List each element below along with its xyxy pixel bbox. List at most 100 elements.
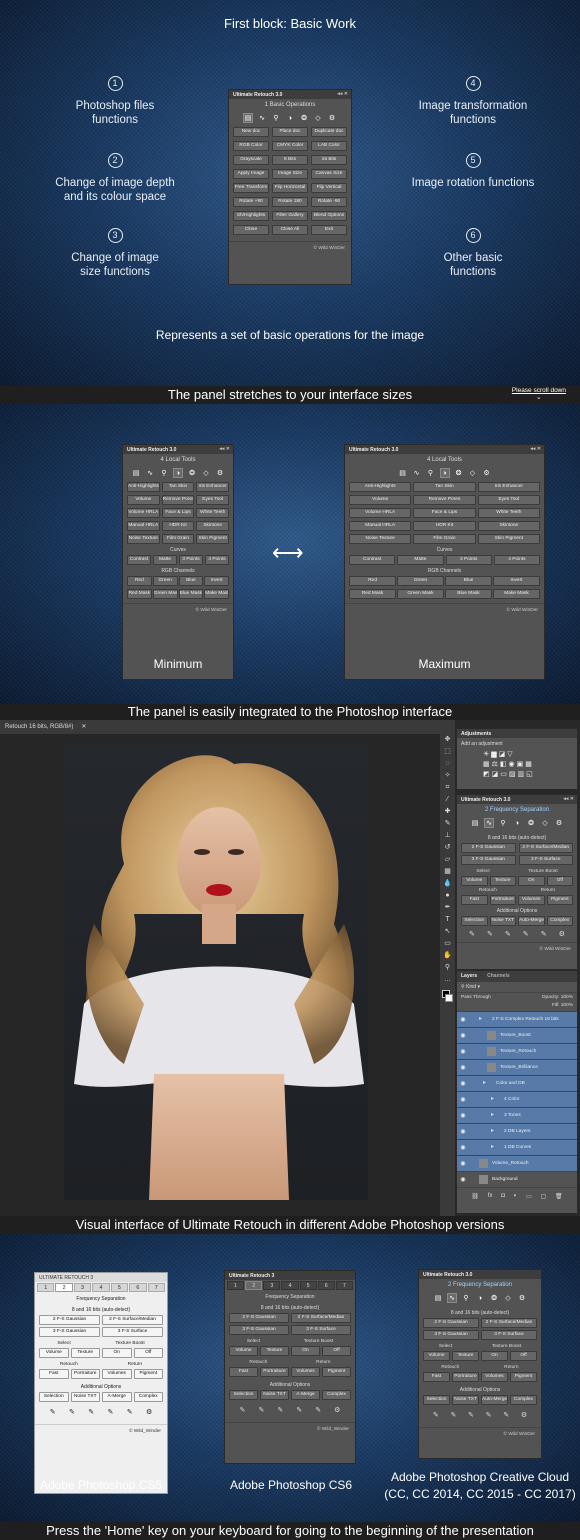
panel-button[interactable]: Fast bbox=[229, 1367, 258, 1377]
panel-button[interactable]: A-Merge bbox=[291, 1390, 320, 1400]
brush-icon[interactable]: ✎ bbox=[69, 1408, 75, 1416]
aperture-icon[interactable]: ❂ bbox=[299, 113, 309, 123]
trash-icon[interactable]: 🗑 bbox=[555, 1193, 563, 1200]
panel-button[interactable]: Fast bbox=[423, 1372, 450, 1382]
blend-mode-select[interactable]: Pass Through bbox=[461, 995, 491, 1000]
color-swatches[interactable] bbox=[440, 986, 455, 1010]
brush-icon[interactable]: ✎ bbox=[296, 1406, 302, 1414]
panel-button[interactable]: Volume bbox=[39, 1348, 69, 1358]
history-brush-icon[interactable]: ↺ bbox=[440, 842, 455, 854]
opacity-field[interactable]: Opacity: 100% bbox=[542, 995, 573, 1000]
fill-field[interactable]: Fill: 100% bbox=[552, 1003, 573, 1008]
brush-icon[interactable]: ✎ bbox=[523, 930, 529, 938]
crop-tool-icon[interactable]: ⌗ bbox=[440, 782, 455, 794]
aperture-icon[interactable]: ❂ bbox=[489, 1293, 499, 1303]
brush-icon[interactable]: ✎ bbox=[541, 930, 547, 938]
panel-button[interactable]: Green bbox=[397, 576, 444, 586]
tab-5[interactable]: 5 bbox=[110, 1283, 129, 1292]
canvas-area[interactable] bbox=[0, 734, 440, 1216]
tab-7[interactable]: 7 bbox=[147, 1283, 165, 1292]
tab-4[interactable]: 4 bbox=[281, 1281, 299, 1290]
brush-icon[interactable]: ✎ bbox=[469, 930, 475, 938]
document-tab[interactable]: Retouch 16 bits, RGB/8#) ✕ bbox=[0, 720, 455, 734]
diamond-icon[interactable]: ◇ bbox=[468, 468, 478, 478]
brush-tool-icon[interactable]: ✎ bbox=[440, 818, 455, 830]
panel-button[interactable]: Filter Gallery bbox=[272, 211, 308, 221]
more-tools-icon[interactable]: … bbox=[440, 974, 455, 986]
layer-filter[interactable]: ⚲ Kind ▾ bbox=[457, 982, 577, 993]
adjustment-icon[interactable]: ◐ bbox=[514, 1193, 518, 1200]
gear-icon[interactable]: ⚙ bbox=[482, 468, 492, 478]
tab-1[interactable]: 1 bbox=[37, 1283, 55, 1292]
healing-brush-icon[interactable]: ✚ bbox=[440, 806, 455, 818]
panel-button[interactable]: Canvas Size bbox=[311, 169, 347, 179]
magnifier-icon[interactable]: ⚲ bbox=[271, 113, 281, 123]
magic-wand-icon[interactable]: ✧ bbox=[440, 770, 455, 782]
brush-icon[interactable]: ✎ bbox=[240, 1406, 246, 1414]
panel-button[interactable]: Blue Mask bbox=[445, 589, 492, 599]
shape-tool-icon[interactable]: ▭ bbox=[440, 938, 455, 950]
panel-button[interactable]: Tan Skin bbox=[413, 482, 476, 492]
document-icon[interactable]: ▤ bbox=[433, 1293, 443, 1303]
diamond-icon[interactable]: ◇ bbox=[313, 113, 323, 123]
gear-icon[interactable]: ⚙ bbox=[517, 1293, 527, 1303]
brush-icon[interactable]: ✎ bbox=[487, 930, 493, 938]
panel-button[interactable]: Face & Lips bbox=[161, 508, 195, 518]
eye-icon[interactable]: ◉ bbox=[457, 1176, 469, 1183]
panel-button[interactable]: 3 F-S Surface bbox=[102, 1327, 163, 1337]
folder-icon[interactable]: ▭ bbox=[526, 1193, 532, 1200]
panel-button[interactable]: Noise Texture bbox=[127, 534, 160, 544]
panel-button[interactable]: Green Mask bbox=[152, 589, 178, 599]
tab-3[interactable]: 3 bbox=[73, 1283, 92, 1292]
magnifier-icon[interactable]: ⚲ bbox=[461, 1293, 471, 1303]
eye-icon[interactable]: ◉ bbox=[457, 1064, 469, 1071]
tab-5[interactable]: 5 bbox=[299, 1281, 317, 1290]
panel-button[interactable]: On bbox=[291, 1346, 320, 1356]
adjustment-icons[interactable]: ☀▆◪▽ ▦⚖◧◉▣▦ ◩◪▭▨▥◱ bbox=[457, 750, 577, 780]
panel-button[interactable]: 3 Points bbox=[179, 555, 203, 565]
panel-button[interactable]: 2 F-S Gaussian bbox=[461, 843, 516, 853]
dodge-tool-icon[interactable]: ● bbox=[440, 890, 455, 902]
panel-button[interactable]: Sh/Highlights bbox=[233, 211, 269, 221]
diamond-icon[interactable]: ◇ bbox=[503, 1293, 513, 1303]
magnifier-icon[interactable]: ⚲ bbox=[498, 818, 508, 828]
layer-row[interactable]: ◉ Texture_Retouch bbox=[457, 1044, 577, 1060]
panel-button[interactable]: Skin Pigment bbox=[477, 534, 540, 544]
type-tool-icon[interactable]: T bbox=[440, 914, 455, 926]
tab-6[interactable]: 6 bbox=[129, 1283, 147, 1292]
panel-button[interactable]: Portraiture bbox=[70, 1369, 100, 1379]
contrast-icon[interactable]: ◑ bbox=[475, 1293, 485, 1303]
eye-icon[interactable]: ◉ bbox=[457, 1112, 469, 1119]
panel-button[interactable]: Film Grain bbox=[161, 534, 195, 544]
close-icon[interactable]: ◂◂ ✕ bbox=[530, 446, 541, 452]
pulse-icon[interactable]: ∿ bbox=[412, 468, 422, 478]
panel-button[interactable]: Blue bbox=[178, 576, 204, 586]
panel-button[interactable]: 2 F-S Surface/Median bbox=[291, 1313, 351, 1323]
panel-button[interactable]: 2 F-S Gaussian bbox=[423, 1318, 479, 1328]
panel-button[interactable]: Noise TXT bbox=[452, 1395, 479, 1405]
panel-button[interactable]: 3 F-S Gaussian bbox=[423, 1330, 479, 1340]
brush-icon[interactable]: ✎ bbox=[277, 1406, 283, 1414]
panel-button[interactable]: On bbox=[518, 876, 545, 886]
marquee-tool-icon[interactable]: ⬚ bbox=[440, 746, 455, 758]
panel-button[interactable]: Contrast bbox=[127, 555, 151, 565]
tab-2[interactable]: 2 bbox=[245, 1281, 263, 1290]
panel-button[interactable]: Noise Texture bbox=[349, 534, 412, 544]
eye-icon[interactable]: ◉ bbox=[457, 1160, 469, 1167]
document-icon[interactable]: ▤ bbox=[470, 818, 480, 828]
aperture-icon[interactable]: ❂ bbox=[454, 468, 464, 478]
contrast-icon[interactable]: ◑ bbox=[173, 468, 183, 478]
panel-button[interactable]: 2 F-S Gaussian bbox=[39, 1315, 100, 1325]
panel-button[interactable]: Selection bbox=[461, 916, 488, 926]
panel-button[interactable]: Red bbox=[349, 576, 396, 586]
eye-icon[interactable]: ◉ bbox=[457, 1080, 469, 1087]
panel-button[interactable]: HDR Kit bbox=[161, 521, 195, 531]
panel-button[interactable]: Complex bbox=[133, 1392, 163, 1402]
panel-button[interactable]: Place doc bbox=[272, 127, 308, 137]
scroll-hint[interactable]: Please scroll down ⌄ bbox=[512, 387, 566, 401]
brush-icon[interactable]: ✎ bbox=[503, 1411, 509, 1419]
pen-tool-icon[interactable]: ✒ bbox=[440, 902, 455, 914]
panel-button[interactable]: 4 Points bbox=[493, 555, 540, 565]
document-icon[interactable]: ▤ bbox=[131, 468, 141, 478]
panel-button[interactable]: 3 Points bbox=[445, 555, 492, 565]
